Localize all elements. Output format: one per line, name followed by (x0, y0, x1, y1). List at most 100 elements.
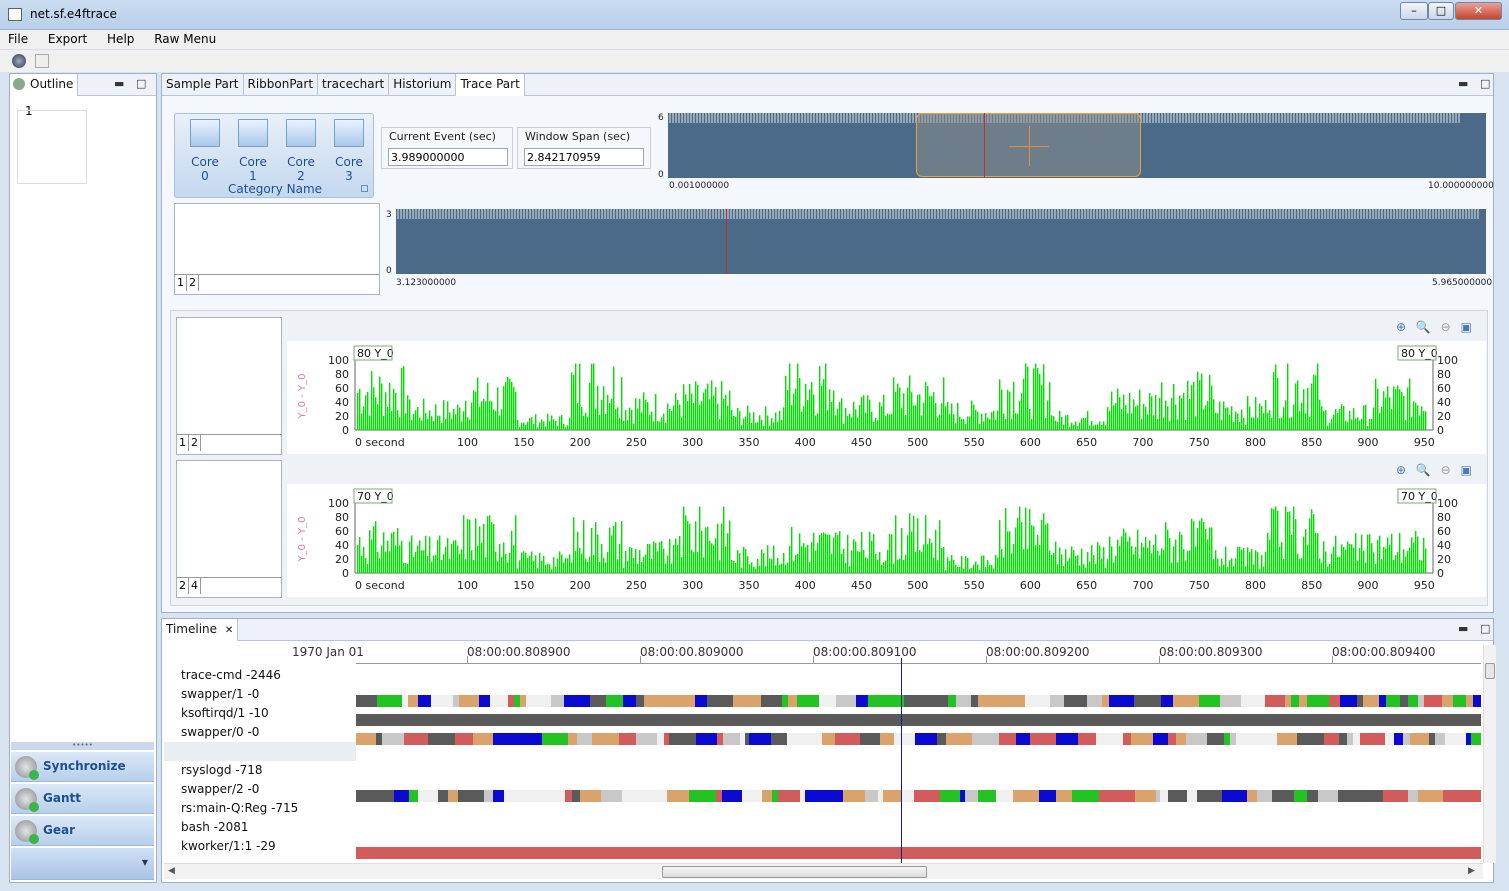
timeline-segment[interactable] (1453, 695, 1466, 707)
timeline-segment[interactable] (1299, 695, 1307, 707)
zoom-out-icon[interactable]: ⊖ (1441, 320, 1451, 334)
timeline-segment[interactable] (1443, 790, 1464, 802)
timeline-segment[interactable] (645, 790, 667, 802)
timeline-hscrollbar[interactable]: ◀ ▶ (164, 863, 1483, 879)
timeline-segment[interactable] (1435, 733, 1445, 745)
timeline-row-label[interactable]: rs:main-Q:Reg -715 (181, 801, 298, 815)
timeline-row-track[interactable] (356, 847, 1481, 859)
timeline-segment[interactable] (894, 733, 915, 745)
timeline-row-track[interactable] (356, 790, 1481, 802)
timeline-segment[interactable] (1445, 733, 1466, 745)
timeline-segment[interactable] (356, 695, 377, 707)
timeline-segment[interactable] (1056, 790, 1072, 802)
timeline-segment[interactable] (695, 695, 707, 707)
zoom-out-icon[interactable]: ⊖ (1441, 463, 1451, 477)
timeline-segment[interactable] (1222, 790, 1247, 802)
timeline-segment[interactable] (1168, 733, 1176, 745)
timeline-segment[interactable] (996, 790, 1013, 802)
overview-top-chart[interactable] (668, 113, 1486, 178)
fullscreen-icon[interactable]: ▣ (1461, 320, 1472, 334)
timeline-segment[interactable] (1025, 695, 1050, 707)
timeline-segment[interactable] (978, 790, 996, 802)
timeline-segment[interactable] (1324, 733, 1339, 745)
timeline-segment[interactable] (880, 733, 894, 745)
page-1[interactable]: 1 (177, 435, 189, 451)
timeline-segment[interactable] (927, 695, 948, 707)
timeline-row-label[interactable]: swapper/1 -0 (181, 687, 259, 701)
timeline-segment[interactable] (707, 695, 733, 707)
timeline-segment[interactable] (948, 695, 956, 707)
timeline-segment[interactable] (526, 695, 551, 707)
dialog-launcher-icon[interactable] (361, 185, 368, 192)
timeline-segment[interactable] (733, 695, 752, 707)
timeline-row-track[interactable] (356, 676, 1481, 688)
timeline-segment[interactable] (915, 733, 937, 745)
timeline-segment[interactable] (1030, 733, 1056, 745)
timeline-row-track[interactable] (356, 695, 1481, 707)
timeline-segment[interactable] (999, 733, 1016, 745)
timeline-segment[interactable] (479, 695, 490, 707)
timeline-segment[interactable] (404, 733, 428, 745)
timeline-segment[interactable] (914, 790, 934, 802)
timeline-segment[interactable] (1153, 733, 1168, 745)
timeline-segment[interactable] (1099, 790, 1108, 802)
timeline-segment[interactable] (1363, 695, 1379, 707)
chart1-plot[interactable]: 100 100 80 80 60 60 40 40 20 20 0 0 0 second 100 150 20… (287, 341, 1486, 454)
timeline-segment[interactable] (1410, 733, 1429, 745)
tab-historium[interactable]: Historium (389, 74, 457, 96)
timeline-segment[interactable] (1403, 733, 1410, 745)
tab-timeline[interactable]: Timeline ✕ (162, 619, 239, 641)
timeline-segment[interactable] (797, 695, 819, 707)
timeline-segment[interactable] (1340, 695, 1357, 707)
page-1[interactable]: 1 (175, 275, 187, 291)
timeline-segment[interactable] (778, 790, 800, 802)
timeline-segment[interactable] (1161, 695, 1173, 707)
timeline-segment[interactable] (883, 790, 902, 802)
timeline-segment[interactable] (619, 733, 636, 745)
timeline-segment[interactable] (1087, 695, 1097, 707)
tab-sample-part[interactable]: Sample Part (162, 74, 244, 96)
timeline-segment[interactable] (1131, 733, 1153, 745)
timeline-segment[interactable] (1050, 695, 1064, 707)
timeline-segment[interactable] (394, 790, 409, 802)
timeline-segment[interactable] (971, 695, 978, 707)
timeline-segment[interactable] (431, 695, 453, 707)
timeline-segment[interactable] (978, 695, 1004, 707)
menu-raw[interactable]: Raw Menu (146, 30, 224, 46)
timeline-segment[interactable] (1418, 790, 1443, 802)
core-3-button[interactable]: Core 3 (330, 119, 368, 183)
timeline-segment[interactable] (1173, 695, 1199, 707)
timeline-segment[interactable] (428, 733, 455, 745)
timeline-segment[interactable] (1039, 790, 1056, 802)
timeline-segment[interactable] (393, 733, 404, 745)
timeline-segment[interactable] (865, 790, 878, 802)
timeline-segment[interactable] (1385, 733, 1394, 745)
zoom-in-icon[interactable]: 🔍 (1416, 320, 1431, 334)
timeline-row-label[interactable]: ksoftirqd/1 -10 (181, 706, 269, 720)
timeline-segment[interactable] (1307, 695, 1329, 707)
timeline-segment[interactable] (795, 733, 822, 745)
timeline-row-label[interactable]: swapper/0 -0 (181, 725, 259, 739)
menu-file[interactable]: File (0, 30, 36, 46)
core-1-button[interactable]: Core 1 (234, 119, 272, 183)
timeline-segment[interactable] (590, 695, 606, 707)
timeline-segment[interactable] (696, 733, 717, 745)
timeline-segment[interactable] (1134, 695, 1161, 707)
timeline-segment[interactable] (379, 790, 394, 802)
timeline-segment[interactable] (1400, 695, 1408, 707)
timeline-segment[interactable] (418, 790, 438, 802)
timeline-segment[interactable] (1386, 695, 1400, 707)
timeline-row-track[interactable] (356, 828, 1481, 840)
timeline-segment[interactable] (835, 733, 860, 745)
vscroll-thumb[interactable] (1485, 663, 1495, 679)
timeline-segment[interactable] (1277, 733, 1297, 745)
timeline-segment[interactable] (484, 790, 493, 802)
timeline-segment[interactable] (819, 790, 843, 802)
fullscreen-icon[interactable]: ▣ (1461, 463, 1472, 477)
timeline-segment[interactable] (1076, 790, 1099, 802)
timeline-segment[interactable] (606, 695, 623, 707)
timeline-segment[interactable] (902, 790, 914, 802)
timeline-segment[interactable] (1004, 695, 1025, 707)
page-2[interactable]: 2 (189, 435, 201, 451)
timeline-cursor[interactable] (901, 658, 902, 863)
